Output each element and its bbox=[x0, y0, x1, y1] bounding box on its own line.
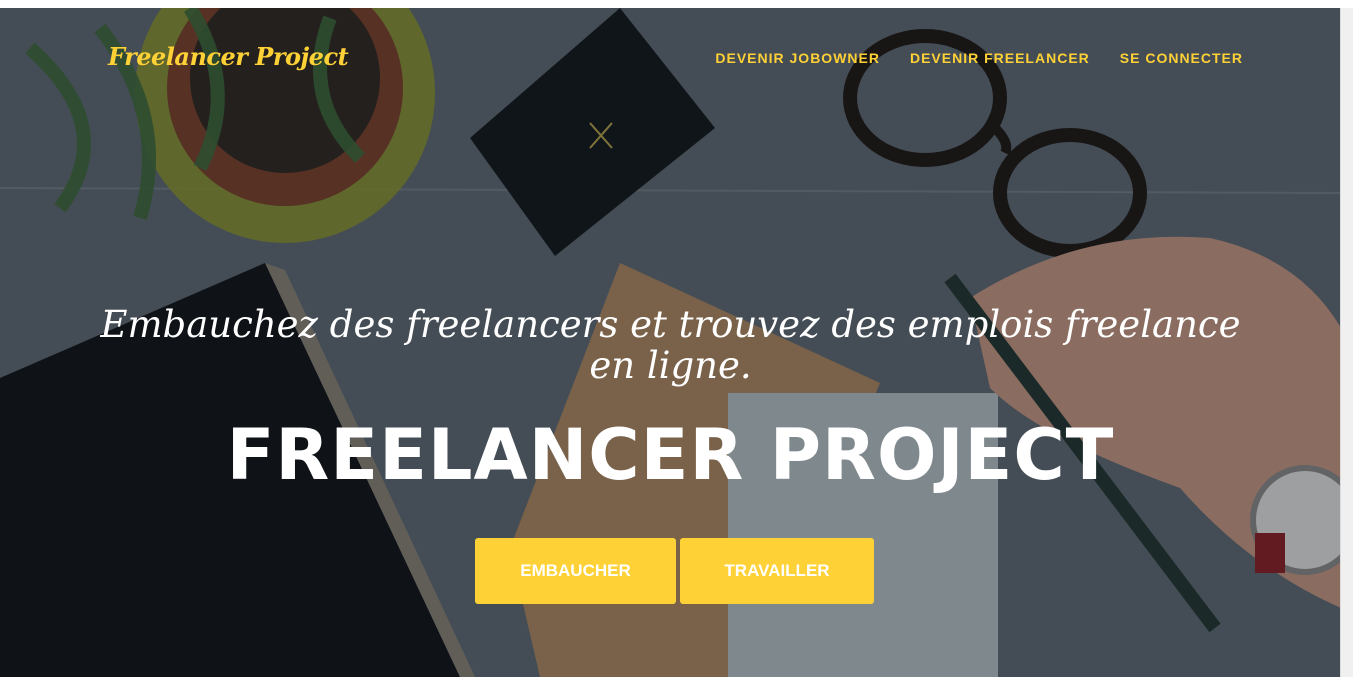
hero-lead-line-1: Embauchez des freelancers et trouvez des… bbox=[100, 303, 1241, 346]
hero-button-group: EMBAUCHER TRAVAILLER bbox=[475, 538, 874, 604]
nav-link-devenir-jobowner[interactable]: DEVENIR JOBOWNER bbox=[715, 50, 880, 66]
nav-link-devenir-freelancer[interactable]: DEVENIR FREELANCER bbox=[910, 50, 1090, 66]
hero-lead-line-2: en ligne. bbox=[589, 344, 752, 387]
travailler-button[interactable]: TRAVAILLER bbox=[680, 538, 874, 604]
hero-section: Freelancer Project DEVENIR JOBOWNER DEVE… bbox=[0, 8, 1341, 677]
hero-heading: FREELANCER PROJECT bbox=[226, 414, 1115, 496]
embaucher-button[interactable]: EMBAUCHER bbox=[475, 538, 676, 604]
hero-lead-text: Embauchez des freelancers et trouvez des… bbox=[0, 304, 1341, 386]
browser-top-edge bbox=[0, 0, 1353, 8]
page-scrollbar[interactable] bbox=[1340, 8, 1353, 677]
top-navigation: DEVENIR JOBOWNER DEVENIR FREELANCER SE C… bbox=[715, 50, 1243, 66]
nav-link-se-connecter[interactable]: SE CONNECTER bbox=[1120, 50, 1243, 66]
nav-brand-logo[interactable]: Freelancer Project bbox=[108, 42, 349, 71]
